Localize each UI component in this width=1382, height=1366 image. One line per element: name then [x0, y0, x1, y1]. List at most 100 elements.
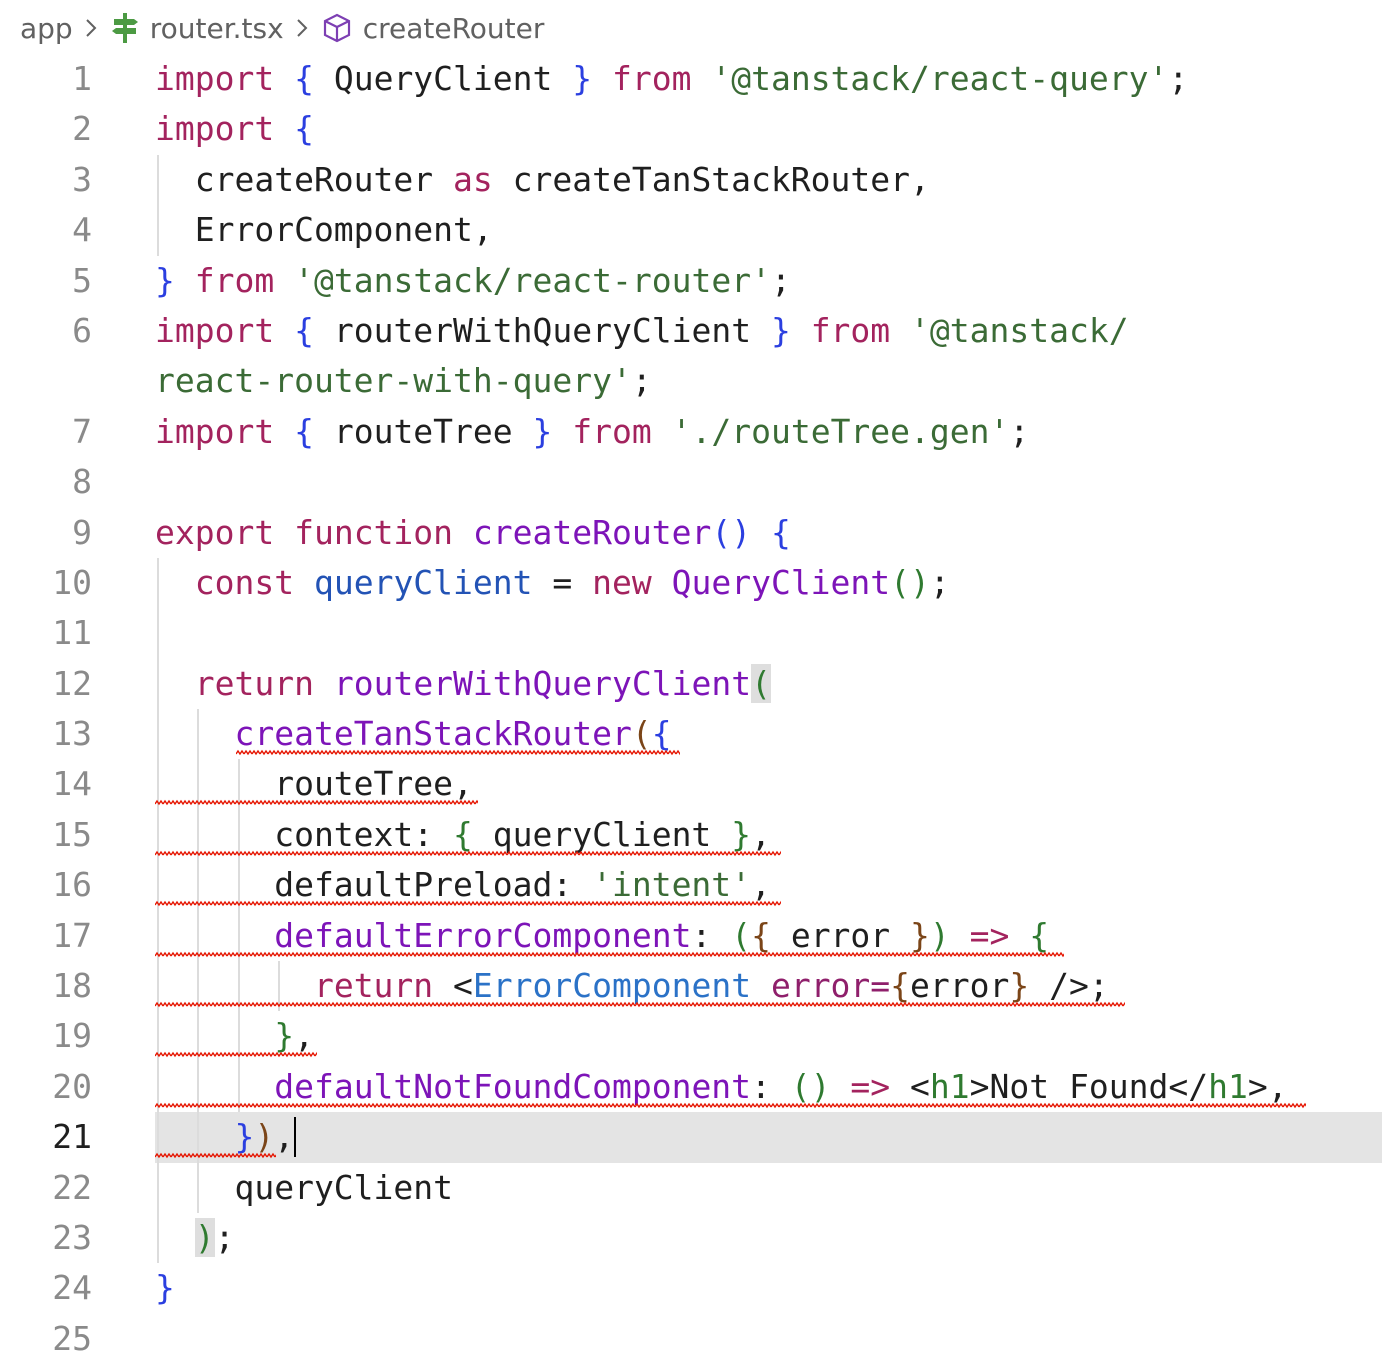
code-line[interactable]: 1 import { QueryClient } from '@tanstack/…	[0, 54, 1382, 104]
line-number[interactable]: 5	[0, 256, 92, 306]
code-token: }	[1009, 966, 1030, 1006]
code-token: QueryClient	[313, 59, 573, 98]
code-text: }	[155, 1263, 1382, 1313]
code-line[interactable]: 9 export function createRouter() {	[0, 508, 1382, 558]
code-token: import	[155, 59, 275, 98]
error-squiggle[interactable]	[155, 799, 479, 807]
code-line[interactable]: 15 context: { queryClient },	[0, 809, 1382, 861]
code-line[interactable]: 7 import { routeTree } from './routeTree.…	[0, 407, 1382, 457]
line-number[interactable]: 21	[0, 1112, 92, 1162]
code-token: h1	[929, 1066, 970, 1106]
error-squiggle[interactable]	[155, 1101, 1307, 1109]
line-number[interactable]: 15	[0, 810, 92, 860]
code-token: {	[651, 714, 672, 754]
error-squiggle[interactable]	[155, 1051, 317, 1059]
chevron-right-icon	[84, 17, 98, 39]
line-number[interactable]: 25	[0, 1314, 92, 1364]
code-line[interactable]: 24}	[0, 1263, 1382, 1313]
text-cursor	[294, 1116, 297, 1157]
line-number[interactable]: 22	[0, 1163, 92, 1213]
code-line[interactable]: react-router-with-query';	[0, 356, 1382, 406]
code-line[interactable]: 18 return <ErrorComponent error={error} …	[0, 961, 1382, 1012]
line-number[interactable]: 16	[0, 860, 92, 910]
code-line[interactable]: 19 },	[0, 1011, 1382, 1062]
code-line[interactable]: 12 return routerWithQueryClient(	[0, 658, 1382, 710]
line-number[interactable]: 1	[0, 54, 92, 104]
line-number[interactable]: 11	[0, 608, 92, 658]
code-line[interactable]: 22 queryClient	[0, 1162, 1382, 1213]
code-token: ()	[790, 1066, 831, 1106]
code-line[interactable]: 21 }),	[0, 1112, 1382, 1163]
code-token: {	[890, 966, 911, 1006]
line-number[interactable]: 3	[0, 155, 92, 205]
code-token: ErrorComponent,	[155, 210, 493, 250]
code-token: error	[910, 966, 1010, 1006]
code-token: :	[751, 1066, 791, 1106]
code-line[interactable]: 11	[0, 608, 1382, 659]
breadcrumb-symbol[interactable]: createRouter	[363, 12, 545, 45]
line-number[interactable]: 24	[0, 1263, 92, 1313]
code-token: return	[313, 966, 434, 1006]
code-line[interactable]: 16 defaultPreload: 'intent',	[0, 860, 1382, 911]
line-number[interactable]: 20	[0, 1062, 92, 1112]
code-line[interactable]: 5} from '@tanstack/react-router';	[0, 256, 1382, 306]
error-squiggle[interactable]	[155, 900, 782, 908]
code-line[interactable]: 6 import { routerWithQueryClient } from '…	[0, 306, 1382, 356]
line-number[interactable]: 14	[0, 759, 92, 809]
line-number[interactable]: 17	[0, 911, 92, 961]
error-squiggle[interactable]	[155, 1152, 277, 1160]
code-token: queryClient	[155, 1167, 454, 1207]
code-token: ,	[294, 1016, 314, 1056]
line-number[interactable]: 19	[0, 1011, 92, 1061]
line-number[interactable]: 13	[0, 709, 92, 759]
code-token: {	[294, 59, 314, 98]
code-line[interactable]: 10 const queryClient = new QueryClient()…	[0, 557, 1382, 609]
code-token: 'intent'	[592, 865, 752, 905]
code-line[interactable]: 14 routeTree,	[0, 759, 1382, 810]
line-number[interactable]: 10	[0, 558, 92, 608]
code-line[interactable]: 25	[0, 1314, 1382, 1364]
code-text: createRouter as createTanStackRouter,	[155, 155, 1382, 205]
error-squiggle[interactable]	[155, 1001, 1125, 1009]
code-token: )	[929, 915, 950, 955]
code-line[interactable]: 8	[0, 457, 1382, 507]
code-line[interactable]: 13 createTanStackRouter({	[0, 709, 1382, 760]
code-token: =>	[850, 1066, 891, 1106]
breadcrumb-file[interactable]: router.tsx	[150, 12, 284, 45]
code-text: },	[155, 1011, 1382, 1061]
code-line[interactable]: 4 ErrorComponent,	[0, 205, 1382, 256]
error-squiggle[interactable]	[235, 749, 681, 757]
line-number[interactable]: 7	[0, 407, 92, 457]
line-number[interactable]: 2	[0, 104, 92, 154]
code-token: routerWithQueryClient	[313, 310, 771, 350]
error-squiggle[interactable]	[155, 950, 1064, 958]
code-line[interactable]: 17 defaultErrorComponent: ({ error }) =>…	[0, 910, 1382, 962]
code-line[interactable]: 20 defaultNotFoundComponent: () => <h1>N…	[0, 1061, 1382, 1113]
code-line[interactable]: 3 createRouter as createTanStackRouter,	[0, 154, 1382, 206]
code-token: createTanStackRouter	[234, 714, 632, 754]
code-editor[interactable]: 1 import { QueryClient } from '@tanstack/…	[0, 54, 1382, 1364]
line-number[interactable]: 12	[0, 659, 92, 709]
code-token: <	[433, 966, 473, 1006]
chevron-right-icon	[295, 17, 309, 39]
code-token: {	[453, 814, 473, 854]
code-line[interactable]: 23 );	[0, 1212, 1382, 1264]
line-number[interactable]: 9	[0, 508, 92, 558]
line-number[interactable]: 8	[0, 457, 92, 507]
code-line[interactable]: 2 import {	[0, 104, 1382, 154]
code-text: queryClient	[155, 1163, 1382, 1213]
breadcrumb-folder[interactable]: app	[20, 12, 73, 45]
line-number[interactable]: 4	[0, 205, 92, 255]
line-number[interactable]: 18	[0, 961, 92, 1011]
line-number[interactable]: 23	[0, 1213, 92, 1263]
error-squiggle[interactable]	[155, 849, 782, 857]
line-number[interactable]: 6	[0, 306, 92, 356]
